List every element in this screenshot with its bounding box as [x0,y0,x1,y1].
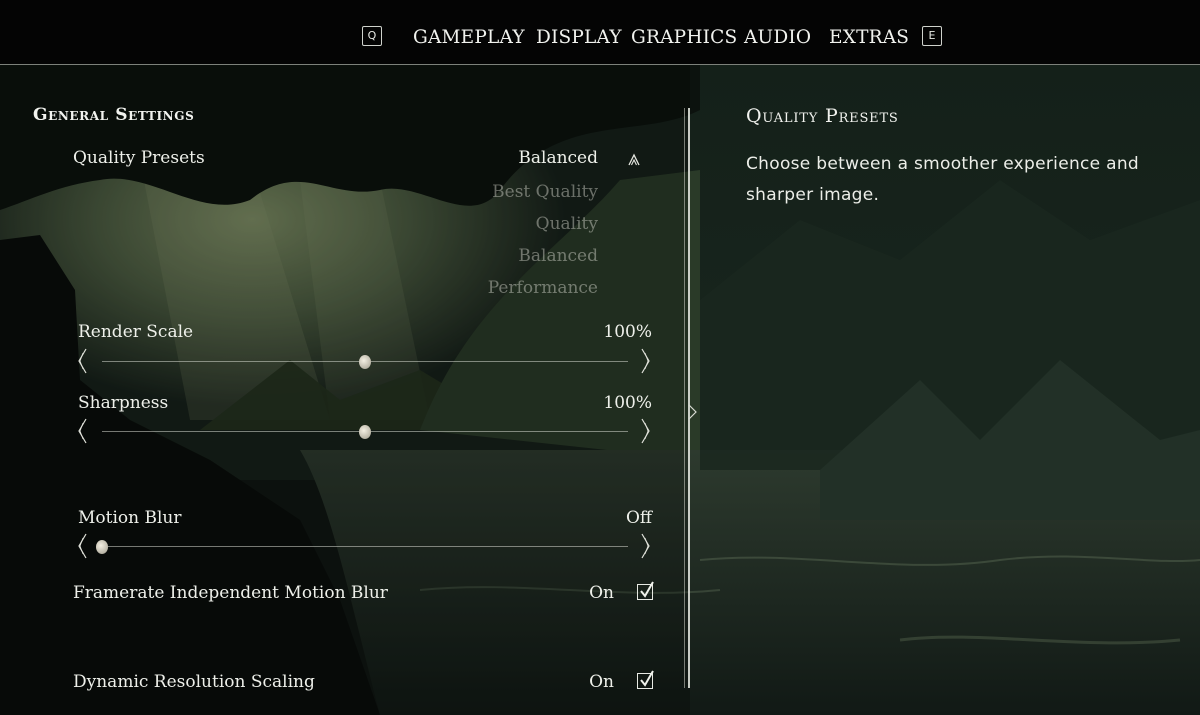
sharpness-slider[interactable] [76,418,656,446]
panel-scrollbar[interactable] [684,108,690,688]
description-text: Choose between a smoother experience and… [746,154,1140,205]
section-title: General Settings [33,105,195,125]
slider-thumb[interactable] [96,540,108,554]
settings-panel: General Settings Quality Presets Balance… [0,65,690,715]
motion-blur-slider[interactable] [76,533,656,561]
render-scale-value: 100% [603,322,652,342]
chevron-right-icon[interactable] [640,418,652,444]
quality-option-quality[interactable]: Quality [398,214,598,234]
motion-blur-value: Off [625,508,652,528]
tab-gameplay[interactable]: GAMEPLAY [413,26,525,50]
settings-tabs: Q GAMEPLAY DISPLAY GRAPHICS AUDIO EXTRAS… [0,26,1200,50]
caret-right-icon [688,404,697,420]
chevron-left-icon[interactable] [76,533,88,559]
tab-display[interactable]: DISPLAY [536,26,622,50]
description-title: Quality Presets [746,105,899,127]
quality-presets-value[interactable]: Balanced [398,148,598,168]
motion-blur-label: Motion Blur [78,508,182,528]
dynamic-resolution-checkbox[interactable] [637,670,654,689]
description-panel: Quality Presets Choose between a smoothe… [746,105,1176,211]
chevron-right-icon[interactable] [640,348,652,374]
render-scale-label: Render Scale [78,322,194,342]
slider-track [102,546,628,547]
chevron-right-icon[interactable] [640,533,652,559]
quality-presets-label[interactable]: Quality Presets [73,148,205,168]
scrollbar-thumb[interactable] [688,108,690,688]
top-nav-bar: Q GAMEPLAY DISPLAY GRAPHICS AUDIO EXTRAS… [0,0,1200,65]
sharpness-label: Sharpness [78,393,169,413]
checkmark-icon [640,670,654,687]
next-tab-key-hint[interactable]: E [922,26,942,46]
render-scale-slider[interactable] [76,348,656,376]
quality-option-best-quality[interactable]: Best Quality [398,182,598,202]
dynamic-resolution-label: Dynamic Resolution Scaling [73,672,315,692]
chevron-left-icon[interactable] [76,348,88,374]
slider-thumb[interactable] [359,425,371,439]
framerate-motion-blur-label: Framerate Independent Motion Blur [73,583,388,603]
quality-option-performance[interactable]: Performance [398,278,598,298]
tab-graphics[interactable]: GRAPHICS [631,26,737,50]
prev-tab-key-hint[interactable]: Q [362,26,382,46]
chevron-up-icon[interactable] [627,153,641,167]
checkmark-icon [640,581,654,598]
tab-extras[interactable]: EXTRAS [829,26,909,50]
quality-option-balanced[interactable]: Balanced [398,246,598,266]
sharpness-value: 100% [603,393,652,413]
framerate-motion-blur-value: On [589,583,614,603]
framerate-motion-blur-checkbox[interactable] [637,581,654,600]
tab-audio[interactable]: AUDIO [744,26,811,50]
slider-thumb[interactable] [359,355,371,369]
dynamic-resolution-value: On [589,672,614,692]
scrollbar-track [684,108,685,688]
chevron-left-icon[interactable] [76,418,88,444]
